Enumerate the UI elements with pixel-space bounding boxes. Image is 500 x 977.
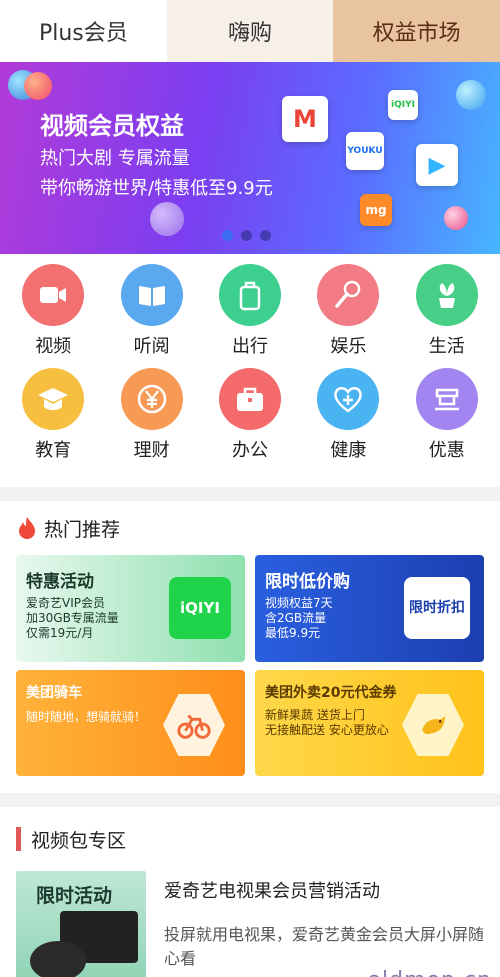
category-travel[interactable]: 出行	[205, 264, 295, 362]
category-video[interactable]: 视频	[8, 264, 98, 362]
category-label: 健康	[330, 440, 367, 461]
pagination-dot[interactable]	[260, 230, 271, 241]
category-health[interactable]: 健康	[303, 368, 393, 466]
iqiyi-logo-icon: iQIYI	[169, 577, 231, 639]
category-education[interactable]: 教育	[8, 368, 98, 466]
promo-card-special-offer[interactable]: 特惠活动 爱奇艺VIP会员 加30GB专属流量 仅需19元/月 iQIYI	[16, 555, 245, 662]
category-label: 出行	[231, 336, 268, 357]
category-entertainment[interactable]: 娱乐	[303, 264, 393, 362]
limited-discount-badge: 限时折扣	[404, 577, 470, 639]
microphone-icon	[317, 264, 380, 326]
category-label: 优惠	[428, 440, 465, 461]
app-logo-iqiyi: iQIYI	[388, 90, 418, 120]
ball-decoration	[456, 80, 486, 110]
category-audio-reading[interactable]: 听阅	[107, 264, 197, 362]
category-label: 听阅	[133, 336, 170, 357]
flame-icon	[19, 517, 35, 539]
list-item[interactable]: 限时活动 爱奇艺电视果会员营销活动 投屏就用电视果，爱奇艺黄金会员大屏小屏随心看	[16, 871, 484, 977]
plant-icon	[415, 264, 478, 326]
category-office[interactable]: 办公	[205, 368, 295, 466]
promo-card-meituan-bike[interactable]: 美团骑车 随时随地，想骑就骑！	[16, 670, 245, 776]
poster-title: 限时活动	[36, 885, 113, 907]
banner-subtitle: 热门大剧 专属流量	[40, 148, 190, 169]
kangaroo-icon	[402, 694, 464, 756]
promo-banner[interactable]: 视频会员权益 热门大剧 专属流量 带你畅游世界/特惠低至9.9元 M iQIYI…	[0, 62, 500, 254]
coupon-icon	[415, 368, 478, 430]
section-title: 热门推荐	[44, 518, 121, 541]
top-tabs: Plus会员 嗨购 权益市场	[0, 0, 500, 62]
heart-plus-icon	[317, 368, 380, 430]
section-title: 视频包专区	[31, 829, 127, 852]
section-header: 视频包专区	[16, 807, 484, 871]
banner-pagination	[222, 230, 271, 241]
watermark: oldmen.cn	[368, 968, 492, 977]
category-discount[interactable]: 优惠	[402, 368, 492, 466]
book-icon	[120, 264, 183, 326]
promo-card-limited-price[interactable]: 限时低价购 视频权益7天 含2GB流量 最低9.9元 限时折扣	[255, 555, 484, 662]
category-label: 理财	[133, 440, 170, 461]
banner-title: 视频会员权益	[40, 112, 184, 140]
tv-dongle-image	[30, 941, 86, 977]
category-label: 教育	[35, 440, 72, 461]
graduation-cap-icon	[22, 368, 85, 430]
item-title: 爱奇艺电视果会员营销活动	[164, 881, 380, 902]
category-finance[interactable]: 理财	[107, 368, 197, 466]
item-poster: 限时活动	[16, 871, 146, 977]
bike-icon	[163, 694, 225, 756]
pagination-dot[interactable]	[241, 230, 252, 241]
balloon-decoration	[24, 72, 52, 100]
category-label: 办公	[231, 440, 268, 461]
balloon-decoration	[150, 202, 184, 236]
promo-card-meituan-takeout[interactable]: 美团外卖20元代金券 新鲜果蔬 送货上门 无接触配送 安心更放心	[255, 670, 484, 776]
banner-offer: 带你畅游世界/特惠低至9.9元	[40, 178, 273, 199]
app-logo-m: M	[282, 96, 328, 142]
category-label: 生活	[428, 336, 465, 357]
section-accent-bar	[16, 827, 21, 851]
yen-coin-icon	[120, 368, 183, 430]
item-description: 投屏就用电视果，爱奇艺黄金会员大屏小屏随心看	[164, 925, 485, 968]
category-grid: 视频 听阅 出行 娱乐 生活 教育 理财 办公 健康 优惠	[0, 254, 500, 487]
luggage-icon	[218, 264, 281, 326]
category-label: 娱乐	[330, 336, 367, 357]
hot-recommend-section: 热门推荐 特惠活动 爱奇艺VIP会员 加30GB专属流量 仅需19元/月 iQI…	[0, 501, 500, 793]
app-logo-tencent: ▶	[416, 144, 458, 186]
balloon-decoration	[444, 206, 468, 230]
app-logo-youku: YOUKU	[346, 132, 384, 170]
pagination-dot[interactable]	[222, 230, 233, 241]
section-header: 热门推荐	[16, 501, 484, 555]
tab-haigou[interactable]: 嗨购	[166, 0, 334, 62]
briefcase-icon	[218, 368, 281, 430]
tab-rights-market[interactable]: 权益市场	[333, 0, 500, 62]
category-label: 视频	[35, 336, 72, 357]
category-life[interactable]: 生活	[402, 264, 492, 362]
video-package-section: 视频包专区 限时活动 爱奇艺电视果会员营销活动 投屏就用电视果，爱奇艺黄金会员大…	[0, 807, 500, 977]
app-logo-mango: mg	[360, 194, 392, 226]
video-icon	[22, 264, 85, 326]
tab-plus-member[interactable]: Plus会员	[0, 0, 167, 62]
